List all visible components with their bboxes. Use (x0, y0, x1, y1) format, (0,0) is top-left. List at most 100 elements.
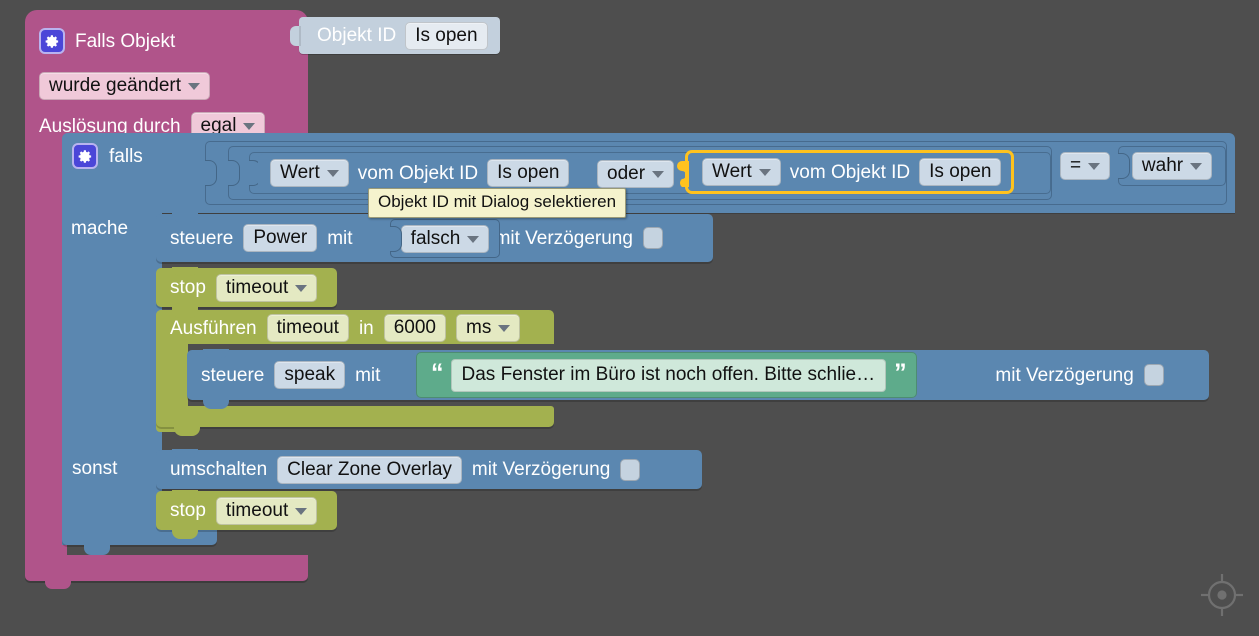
crosshair-recenter-icon[interactable] (1199, 572, 1245, 618)
value-block-operand-1[interactable]: Wert vom Objekt ID Is open (258, 154, 580, 192)
object-id-field[interactable]: Is open (405, 21, 488, 50)
statement-stop-timeout-do[interactable]: stop timeout (156, 267, 337, 316)
top-notch-icon (172, 267, 198, 276)
socket-notch-icon (228, 160, 240, 186)
text-value-block[interactable]: “ Das Fenster im Büro ist noch offen. Bi… (416, 352, 917, 398)
operand-2-object-id[interactable]: Is open (919, 158, 1002, 186)
compare-value-socket[interactable]: wahr (1118, 146, 1226, 186)
stop-timeout-timer-dropdown[interactable]: timeout (215, 273, 318, 302)
run-timeout-duration-field[interactable]: 6000 (383, 314, 447, 342)
operand-2-selector-label: Wert (712, 161, 752, 182)
comparator-label: = (1070, 155, 1082, 176)
logic-operator-dropdown[interactable]: oder (597, 160, 675, 188)
control-speak-target-label: speak (284, 364, 336, 385)
toggle-delay-checkbox[interactable] (620, 458, 641, 481)
top-notch-icon (172, 213, 198, 222)
operand-1-object-id[interactable]: Is open (487, 159, 570, 187)
control-speak-delay-label: mit Verzögerung (995, 364, 1134, 386)
toggle-target[interactable]: Clear Zone Overlay (277, 455, 462, 484)
control-speak-with-label: mit (355, 364, 381, 386)
if-block-bottom-tab (84, 545, 110, 555)
run-timeout-unit-dropdown[interactable]: ms (456, 314, 521, 342)
run-timeout-in-label: in (358, 317, 374, 339)
object-id-value: Is open (415, 24, 478, 46)
run-timeout-unit-label: ms (466, 317, 492, 338)
control-power-value-socket[interactable]: falsch (390, 219, 500, 258)
control-speak-verb: steuere (201, 364, 265, 386)
speak-text-field[interactable]: Das Fenster im Büro ist noch offen. Bitt… (450, 358, 887, 392)
run-timeout-bottom-tab (174, 427, 200, 436)
socket-notch-icon (205, 160, 217, 186)
quote-open-icon: “ (431, 358, 443, 387)
run-timeout-verb: Ausführen (170, 317, 257, 339)
if-block-else-column (62, 333, 162, 545)
chevron-down-icon (1190, 163, 1203, 170)
chevron-down-icon (295, 284, 308, 292)
top-notch-icon (172, 449, 198, 458)
gear-icon[interactable] (39, 28, 65, 54)
operand-1-selector[interactable]: Wert (270, 159, 349, 187)
stop-timeout-else-timer-dropdown[interactable]: timeout (215, 496, 318, 525)
object-id-label: Objekt ID (317, 25, 397, 46)
stop-timeout-verb: stop (170, 277, 206, 298)
stop-timeout-else-timer-label: timeout (225, 499, 289, 521)
control-power-target[interactable]: Power (243, 224, 318, 252)
stop-timeout-timer-label: timeout (225, 276, 289, 298)
event-dropdown[interactable]: wurde geändert (39, 72, 211, 100)
bottom-notch-icon (203, 400, 229, 409)
control-speak-target[interactable]: speak (274, 361, 346, 389)
gear-icon[interactable] (72, 143, 98, 169)
control-power-delay-checkbox[interactable] (642, 227, 663, 249)
socket-notch-icon (677, 161, 689, 187)
run-timeout-foot (156, 406, 554, 427)
else-branch-label: sonst (72, 458, 118, 479)
toggle-verb: umschalten (170, 459, 268, 480)
operand-1-object-id-value: Is open (497, 162, 560, 183)
chevron-down-icon (498, 325, 511, 332)
run-timeout-row: Ausführen timeout in 6000 ms (170, 314, 521, 342)
operand-1-selector-label: Wert (280, 162, 320, 183)
chevron-down-icon (652, 171, 665, 178)
chevron-down-icon (1088, 163, 1101, 170)
top-notch-icon (172, 490, 198, 499)
run-timeout-duration-value: 6000 (393, 317, 437, 338)
control-power-delay-label: mit Verzögerung (494, 227, 633, 249)
operand-2-text: vom Objekt ID (789, 161, 911, 183)
chevron-down-icon (243, 123, 256, 130)
chevron-down-icon (467, 235, 480, 243)
statement-stop-timeout-else[interactable]: stop timeout (156, 490, 337, 539)
control-power-value-label: falsch (410, 227, 461, 249)
operand-1-text: vom Objekt ID (357, 162, 479, 184)
object-id-value-block[interactable]: Objekt ID Is open (299, 17, 500, 54)
hat-title-row: Falls Objekt (39, 28, 175, 54)
quote-close-icon: ” (894, 358, 906, 387)
if-block-header-row: falls (72, 143, 143, 169)
operand-2-selector[interactable]: Wert (702, 158, 781, 186)
stop-timeout-else-verb: stop (170, 500, 206, 521)
chevron-down-icon (326, 170, 339, 177)
comparator-dropdown[interactable]: = (1060, 152, 1111, 180)
control-power-value-dropdown[interactable]: falsch (400, 224, 490, 253)
logic-operator-label: oder (607, 163, 646, 184)
hat-block-foot (25, 555, 308, 581)
hat-title-label: Falls Objekt (75, 30, 176, 52)
tooltip: Objekt ID mit Dialog selektieren (368, 188, 627, 218)
run-timeout-timer-label: timeout (276, 317, 339, 338)
event-dropdown-label: wurde geändert (49, 75, 182, 96)
run-timeout-timer-field[interactable]: timeout (266, 314, 349, 342)
chevron-down-icon (188, 83, 201, 90)
value-block-operand-2-selected[interactable]: Wert vom Objekt ID Is open (677, 150, 1015, 194)
compare-value-dropdown[interactable]: wahr (1131, 152, 1213, 180)
statement-toggle-clear-zone-overlay[interactable]: umschalten Clear Zone Overlay mit Verzög… (156, 449, 702, 489)
control-speak-delay-checkbox[interactable] (1143, 364, 1164, 386)
socket-notch-icon (1118, 153, 1130, 179)
chevron-down-icon (758, 169, 771, 176)
hat-block-bottom-tab (45, 579, 71, 589)
control-power-verb: steuere (170, 227, 234, 249)
hat-event-row: wurde geändert (39, 72, 211, 100)
if-block-label: falls (109, 145, 143, 167)
blockly-workspace-canvas[interactable]: Falls Objekt wurde geändert Auslösung du… (0, 0, 1259, 636)
operand-2-object-id-value: Is open (929, 161, 992, 182)
top-notch-icon (203, 349, 229, 358)
chevron-down-icon (295, 507, 308, 515)
